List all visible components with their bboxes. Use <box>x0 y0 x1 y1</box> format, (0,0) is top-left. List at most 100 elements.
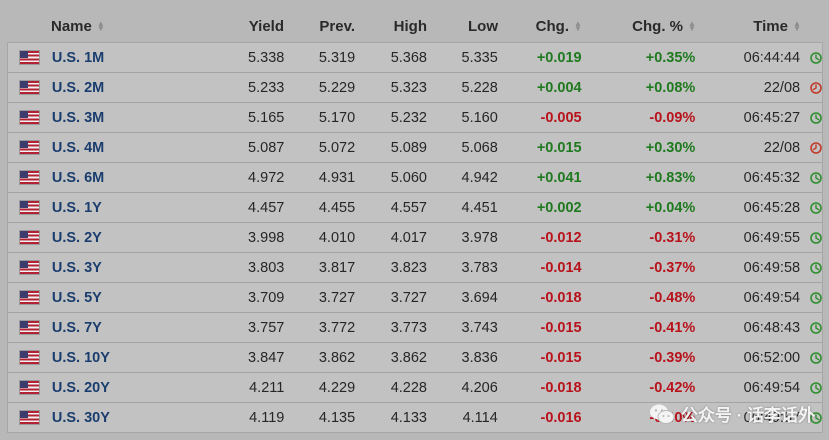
high-value: 5.323 <box>390 79 427 96</box>
change-percent-value: +0.35% <box>645 49 696 66</box>
column-header-low-label: Low <box>468 17 498 35</box>
prev-value: 4.010 <box>318 229 356 246</box>
sort-icon[interactable]: ▲ ▼ <box>97 20 105 33</box>
bond-name-link[interactable]: U.S. 10Y <box>52 350 212 366</box>
time-value: 06:49:58 <box>743 259 801 276</box>
table-row[interactable]: U.S. 3Y 3.803 3.817 3.823 3.783 -0.014 -… <box>8 252 822 282</box>
sort-icon[interactable]: ▲ ▼ <box>688 20 696 33</box>
table-row[interactable]: U.S. 2M 5.233 5.229 5.323 5.228 +0.004 +… <box>8 72 822 102</box>
time-value: 06:45:32 <box>743 169 801 186</box>
market-open-clock-icon <box>810 201 822 214</box>
table-row[interactable]: U.S. 2Y 3.998 4.010 4.017 3.978 -0.012 -… <box>8 222 822 252</box>
sort-icon[interactable]: ▲ ▼ <box>793 20 801 33</box>
bond-name-link[interactable]: U.S. 4M <box>52 140 212 156</box>
time-value: 22/08 <box>763 139 801 156</box>
high-value: 3.727 <box>390 289 427 306</box>
column-header-low[interactable]: Low <box>427 10 498 42</box>
high-value: 5.089 <box>390 139 427 156</box>
column-header-time-label: Time <box>753 17 788 35</box>
low-value: 3.743 <box>461 319 498 336</box>
change-percent-value: -0.37% <box>649 259 696 276</box>
low-value: 3.783 <box>461 259 498 276</box>
change-value: +0.002 <box>536 199 582 216</box>
change-percent-value: -0.09% <box>649 109 696 126</box>
change-value: -0.018 <box>540 379 582 396</box>
prev-value: 4.931 <box>318 169 356 186</box>
bond-name-link[interactable]: U.S. 30Y <box>52 410 212 426</box>
change-value: -0.015 <box>540 319 582 336</box>
column-header-prev[interactable]: Prev. <box>284 10 355 42</box>
us-flag-icon <box>8 170 52 185</box>
column-header-name[interactable]: Name ▲ ▼ <box>7 10 211 42</box>
market-open-clock-icon <box>810 171 822 184</box>
yield-value: 3.709 <box>248 289 285 306</box>
high-value: 4.557 <box>390 199 427 216</box>
bond-name-link[interactable]: U.S. 3M <box>52 110 212 126</box>
high-value: 4.133 <box>390 409 427 426</box>
yield-value: 5.338 <box>248 49 285 66</box>
column-header-time[interactable]: Time ▲ ▼ <box>696 10 801 42</box>
table-row[interactable]: U.S. 6M 4.972 4.931 5.060 4.942 +0.041 +… <box>8 162 822 192</box>
sort-icon[interactable]: ▲ ▼ <box>574 20 582 33</box>
us-flag-icon <box>8 230 52 245</box>
bond-name-link[interactable]: U.S. 5Y <box>52 290 212 306</box>
bond-name-link[interactable]: U.S. 1Y <box>52 200 212 216</box>
watermark: 公众号 · 话李话外 <box>649 401 815 426</box>
change-value: -0.015 <box>540 349 582 366</box>
bond-yields-table: Name ▲ ▼ Yield Prev. High Low Chg. ▲ ▼ Chg… <box>7 10 823 433</box>
column-header-yield-label: Yield <box>248 17 284 35</box>
table-row[interactable]: U.S. 1Y 4.457 4.455 4.557 4.451 +0.002 +… <box>8 192 822 222</box>
prev-value: 4.229 <box>318 379 356 396</box>
prev-value: 5.170 <box>318 109 356 126</box>
time-value: 06:49:54 <box>743 289 801 306</box>
table-row[interactable]: U.S. 3M 5.165 5.170 5.232 5.160 -0.005 -… <box>8 102 822 132</box>
yield-value: 5.165 <box>248 109 285 126</box>
market-open-clock-icon <box>810 321 822 334</box>
table-row[interactable]: U.S. 7Y 3.757 3.772 3.773 3.743 -0.015 -… <box>8 312 822 342</box>
low-value: 4.206 <box>461 379 498 396</box>
time-value: 22/08 <box>763 79 801 96</box>
column-header-high-label: High <box>393 17 427 35</box>
column-header-high[interactable]: High <box>355 10 427 42</box>
table-row[interactable]: U.S. 4M 5.087 5.072 5.089 5.068 +0.015 +… <box>8 132 822 162</box>
us-flag-icon <box>8 80 52 95</box>
column-header-chg-pct-label: Chg. % <box>632 17 683 35</box>
bond-name-link[interactable]: U.S. 3Y <box>52 260 212 276</box>
change-value: -0.016 <box>540 409 582 426</box>
yield-value: 5.087 <box>248 139 285 156</box>
column-header-chg-pct[interactable]: Chg. % ▲ ▼ <box>582 10 696 42</box>
bond-name-link[interactable]: U.S. 6M <box>52 170 212 186</box>
change-percent-value: -0.39% <box>649 349 696 366</box>
table-row[interactable]: U.S. 1M 5.338 5.319 5.368 5.335 +0.019 +… <box>8 43 822 72</box>
low-value: 4.451 <box>461 199 498 216</box>
column-header-yield[interactable]: Yield <box>211 10 284 42</box>
table-row[interactable]: U.S. 10Y 3.847 3.862 3.862 3.836 -0.015 … <box>8 342 822 372</box>
bond-name-link[interactable]: U.S. 1M <box>52 50 212 66</box>
market-open-clock-icon <box>810 381 822 394</box>
bond-name-link[interactable]: U.S. 2M <box>52 80 212 96</box>
table-row[interactable]: U.S. 5Y 3.709 3.727 3.727 3.694 -0.018 -… <box>8 282 822 312</box>
bond-name-link[interactable]: U.S. 20Y <box>52 380 212 396</box>
change-percent-value: +0.04% <box>645 199 696 216</box>
yield-value: 3.803 <box>248 259 285 276</box>
low-value: 3.694 <box>461 289 498 306</box>
change-percent-value: -0.48% <box>649 289 696 306</box>
change-value: +0.041 <box>536 169 582 186</box>
us-flag-icon <box>8 260 52 275</box>
low-value: 5.335 <box>461 49 498 66</box>
table-row[interactable]: U.S. 20Y 4.211 4.229 4.228 4.206 -0.018 … <box>8 372 822 402</box>
low-value: 5.160 <box>461 109 498 126</box>
column-header-chg[interactable]: Chg. ▲ ▼ <box>498 10 582 42</box>
yield-value: 4.119 <box>249 409 285 426</box>
time-value: 06:52:00 <box>743 349 801 366</box>
change-percent-value: +0.30% <box>645 139 696 156</box>
column-header-chg-label: Chg. <box>535 17 569 35</box>
prev-value: 5.072 <box>318 139 356 156</box>
bond-name-link[interactable]: U.S. 2Y <box>52 230 212 246</box>
yield-value: 5.233 <box>248 79 285 96</box>
table-body: U.S. 1M 5.338 5.319 5.368 5.335 +0.019 +… <box>7 42 823 433</box>
us-flag-icon <box>8 140 52 155</box>
high-value: 5.368 <box>390 49 427 66</box>
change-percent-value: -0.31% <box>649 229 696 246</box>
bond-name-link[interactable]: U.S. 7Y <box>52 320 212 336</box>
